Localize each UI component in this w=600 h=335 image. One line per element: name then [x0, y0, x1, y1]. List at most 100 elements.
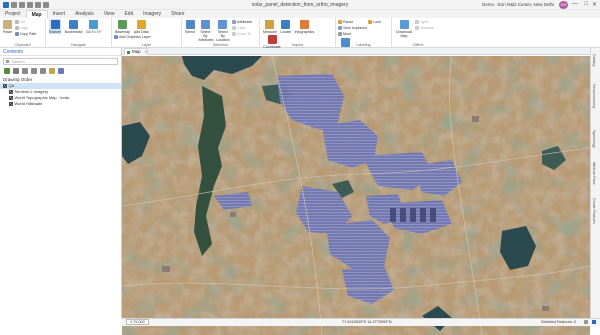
clipboard-group-label: Clipboard [14, 43, 31, 47]
clear-label: Clear [237, 26, 246, 30]
symbology-pane-tab[interactable]: Symbology [592, 130, 596, 148]
download-map-button[interactable]: Download Map [395, 19, 413, 38]
docked-panes-strip: Catalog Geoprocessing Symbology Attribut… [590, 48, 600, 318]
tab-project[interactable]: Project [0, 10, 26, 18]
lock-labeling-button[interactable]: Lock [368, 19, 381, 25]
select-by-location-button[interactable]: Select By Location [216, 19, 230, 42]
search-icon [6, 60, 9, 63]
tab-analysis[interactable]: Analysis [70, 10, 99, 18]
refresh-icon[interactable] [592, 320, 596, 324]
scale-selector[interactable]: 1:75,000 [126, 319, 149, 325]
tab-imagery[interactable]: Imagery [138, 10, 166, 18]
create-features-pane-tab[interactable]: Create Features [592, 198, 596, 224]
clipboard-group: Paste Cut Copy Copy Path Clipboard [0, 18, 46, 48]
tab-insert[interactable]: Insert [48, 10, 71, 18]
add-graphics-layer-button[interactable]: Add Graphics Layer [114, 34, 151, 40]
select-by-attributes-button[interactable]: Select By Attributes [198, 19, 214, 42]
infographics-button[interactable]: Infographics [295, 19, 314, 34]
minimize-button[interactable]: — [572, 1, 578, 7]
layer-label: Sentinel-2 Imagery [14, 89, 49, 94]
geoprocessing-pane-tab[interactable]: Geoprocessing [592, 84, 596, 108]
panel-row [410, 208, 416, 222]
bookmarks-icon [69, 20, 79, 29]
settlement [472, 116, 479, 122]
coordinate-readout[interactable]: 77.4915939°E 14.2779093°N [342, 319, 392, 326]
pause-drawing-icon[interactable] [584, 320, 588, 324]
locate-button[interactable]: Locate [280, 19, 291, 34]
lock-icon [368, 20, 373, 25]
settlement [162, 266, 170, 272]
tab-share[interactable]: Share [166, 10, 189, 18]
basemap-button[interactable]: Basemap [115, 19, 130, 34]
view-unplaced-label: View Unplaced [343, 26, 367, 30]
bookmarks-button[interactable]: Bookmarks [65, 19, 83, 34]
map-icon [127, 51, 130, 54]
attribute-pane-tab[interactable]: Attribute Pane [592, 162, 596, 185]
contents-search-input[interactable]: Search [3, 58, 118, 65]
explore-button[interactable]: Explore [49, 19, 62, 34]
more-label: More [343, 32, 352, 36]
selected-features-count[interactable]: Selected Features: 0 [541, 319, 576, 326]
checkbox[interactable] [9, 90, 13, 94]
select-by-location-label: Select By Location [215, 30, 230, 42]
list-by-drawing-order-icon[interactable] [4, 68, 10, 74]
go-to-xy-label: Go To XY [85, 30, 102, 34]
explore-icon [50, 20, 60, 29]
locate-label: Locate [280, 30, 292, 34]
bookmarks-label: Bookmarks [64, 30, 83, 34]
contents-pane: Contents Search Drawing Order QA Sentine… [0, 48, 122, 318]
map-status-bar: 1:75,000 77.4915939°E 14.2779093°N Selec… [122, 318, 600, 326]
map-view: Map ✕ [122, 48, 590, 335]
settlement [542, 306, 549, 311]
copy-path-button[interactable]: Copy Path [14, 31, 36, 37]
tab-map[interactable]: Map [25, 10, 48, 18]
attributes-icon [232, 20, 237, 25]
satellite-imagery [122, 56, 590, 335]
paste-label: Paste [3, 30, 13, 34]
select-label: Select [185, 30, 195, 34]
checkbox[interactable] [9, 102, 13, 106]
layer-tree: QA Sentinel-2 Imagery World Topographic … [0, 83, 121, 107]
close-tab-icon[interactable]: ✕ [144, 49, 147, 54]
attributes-label: Attributes [237, 20, 253, 24]
panel-row [420, 208, 426, 222]
layer-label: QA [8, 83, 15, 88]
map-canvas[interactable] [122, 56, 590, 335]
list-by-labeling-icon[interactable] [49, 68, 55, 74]
list-by-data-source-icon[interactable] [13, 68, 19, 74]
tab-view[interactable]: View [99, 10, 120, 18]
panel-row [390, 208, 396, 222]
select-button[interactable]: Select [185, 19, 195, 34]
paste-button[interactable]: Paste [3, 19, 12, 34]
download-map-icon [399, 20, 409, 29]
ribbon: Paste Cut Copy Copy Path Clipboard Explo… [0, 18, 600, 53]
locate-icon [281, 20, 291, 29]
selection-group-label: Selection [212, 43, 229, 47]
copy-icon [14, 26, 19, 31]
avatar[interactable]: DH [559, 1, 568, 9]
close-button[interactable]: ✕ [592, 1, 597, 8]
explore-label: Explore [49, 30, 62, 34]
layer-item-hillshade[interactable]: World Hillshade [0, 101, 121, 107]
add-data-button[interactable]: Add Data [134, 19, 149, 34]
list-by-selection-icon[interactable] [22, 68, 28, 74]
list-by-perspective-icon[interactable] [58, 68, 64, 74]
settlement [230, 212, 236, 217]
copy-label: Copy [19, 26, 28, 30]
go-to-xy-button[interactable]: Go To XY [86, 19, 101, 34]
layer-group: Basemap Add Data Add Graphics Layer Laye… [112, 18, 182, 48]
checkbox[interactable] [9, 96, 13, 100]
title-bar: solar_panel_detection_from_ortho_imagery… [0, 0, 600, 10]
remove-button[interactable]: Remove [415, 25, 434, 31]
measure-button[interactable]: Measure [263, 19, 277, 34]
list-by-editing-icon[interactable] [31, 68, 37, 74]
zoom-to-button[interactable]: Zoom To [232, 31, 252, 37]
checkbox[interactable] [3, 84, 7, 88]
account-name[interactable]: Demo - Esri R&D Center, New Delhi [482, 2, 554, 7]
list-by-snapping-icon[interactable] [40, 68, 46, 74]
maximize-button[interactable]: □ [584, 1, 588, 7]
cut-icon [14, 20, 19, 25]
tab-edit[interactable]: Edit [119, 10, 138, 18]
catalog-pane-tab[interactable]: Catalog [592, 54, 596, 66]
view-unplaced-icon [338, 26, 342, 31]
